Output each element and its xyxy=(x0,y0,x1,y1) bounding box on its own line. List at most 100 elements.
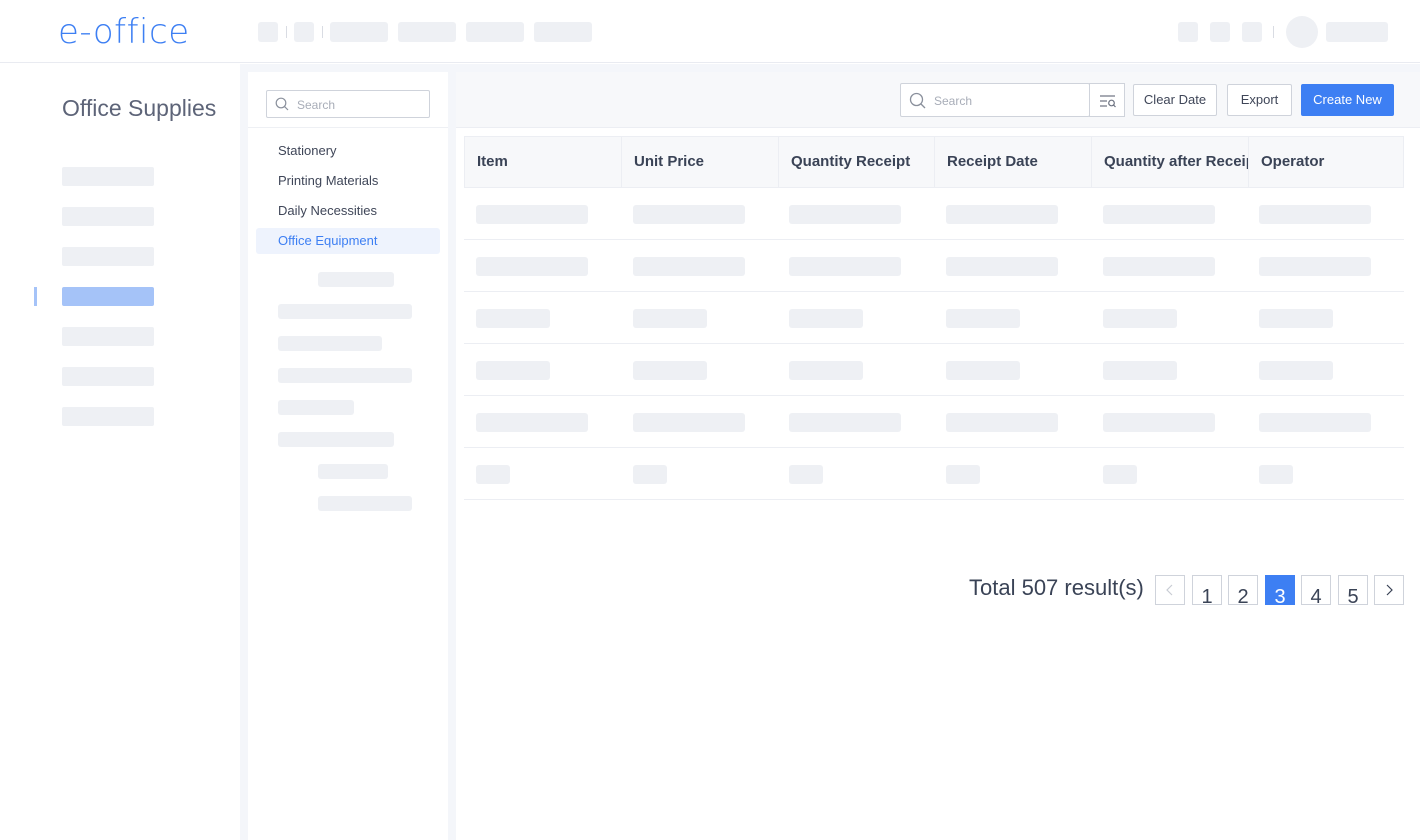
category-item-stationery[interactable]: Stationery xyxy=(256,138,440,164)
search-icon xyxy=(275,97,289,111)
cell-placeholder xyxy=(1259,309,1333,328)
cell-placeholder xyxy=(789,465,823,484)
category-placeholder[interactable] xyxy=(278,336,382,351)
cell-placeholder xyxy=(476,309,550,328)
create-new-button[interactable]: Create New xyxy=(1301,84,1394,116)
category-item-printing-materials[interactable]: Printing Materials xyxy=(256,168,440,194)
cell-placeholder xyxy=(946,361,1020,380)
search-icon xyxy=(909,92,926,109)
pagination-total: Total 507 result(s) xyxy=(969,575,1144,600)
page-button-2[interactable]: 2 xyxy=(1228,575,1258,605)
nav-item-placeholder[interactable] xyxy=(62,247,154,266)
search-placeholder: Search xyxy=(934,94,973,108)
cell-placeholder xyxy=(1103,205,1215,224)
cell-placeholder xyxy=(1103,465,1137,484)
cell-placeholder xyxy=(789,309,863,328)
topbar-placeholder xyxy=(258,22,278,42)
nav-item-placeholder[interactable] xyxy=(62,207,154,226)
category-placeholder[interactable] xyxy=(278,368,412,383)
clear-date-button[interactable]: Clear Date xyxy=(1133,84,1217,116)
cell-placeholder xyxy=(476,465,510,484)
chevron-left-icon xyxy=(1166,584,1173,596)
subcategory-placeholder[interactable] xyxy=(318,464,388,479)
nav-item-placeholder[interactable] xyxy=(62,407,154,426)
table-row[interactable] xyxy=(464,292,1404,344)
cell-placeholder xyxy=(1103,309,1177,328)
divider xyxy=(322,26,323,38)
main-panel: Search Clear Date Export Create New Item… xyxy=(456,72,1420,840)
topbar-menu-placeholder[interactable] xyxy=(330,22,388,42)
advanced-search-icon xyxy=(1100,95,1116,108)
left-nav: Office Supplies xyxy=(0,64,240,840)
subcategory-placeholder[interactable] xyxy=(318,496,412,511)
table-row[interactable] xyxy=(464,188,1404,240)
search-input[interactable]: Search xyxy=(900,83,1090,117)
cell-placeholder xyxy=(633,257,745,276)
toolbar: Search Clear Date Export Create New xyxy=(456,72,1420,128)
cell-placeholder xyxy=(1103,361,1177,380)
column-header-receipt-date[interactable]: Receipt Date xyxy=(935,137,1092,187)
table-row[interactable] xyxy=(464,344,1404,396)
topbar-icon-placeholder[interactable] xyxy=(1210,22,1230,42)
cell-placeholder xyxy=(1259,257,1371,276)
cell-placeholder xyxy=(1259,465,1293,484)
cell-placeholder xyxy=(633,309,707,328)
app-logo[interactable]: e-office xyxy=(58,12,190,52)
divider xyxy=(248,127,448,128)
column-header-operator[interactable]: Operator xyxy=(1249,137,1403,187)
cell-placeholder xyxy=(476,361,550,380)
topbar-icon-placeholder[interactable] xyxy=(1242,22,1262,42)
subcategory-placeholder[interactable] xyxy=(318,272,394,287)
advanced-search-button[interactable] xyxy=(1089,83,1125,117)
category-search-placeholder: Search xyxy=(297,98,336,112)
category-placeholder[interactable] xyxy=(278,400,354,415)
topbar-menu-placeholder[interactable] xyxy=(398,22,456,42)
cell-placeholder xyxy=(946,309,1020,328)
column-header-quantity-receipt[interactable]: Quantity Receipt xyxy=(779,137,935,187)
username-placeholder[interactable] xyxy=(1326,22,1388,42)
prev-page-button[interactable] xyxy=(1155,575,1185,605)
cell-placeholder xyxy=(476,205,588,224)
next-page-button[interactable] xyxy=(1374,575,1404,605)
nav-item-placeholder-active[interactable] xyxy=(62,287,154,306)
cell-placeholder xyxy=(1259,413,1371,432)
cell-placeholder xyxy=(946,465,980,484)
column-header-item[interactable]: Item xyxy=(465,137,622,187)
category-item-daily-necessities[interactable]: Daily Necessities xyxy=(256,198,440,224)
cell-placeholder xyxy=(476,413,588,432)
category-placeholder[interactable] xyxy=(278,304,412,319)
table-row[interactable] xyxy=(464,240,1404,292)
cell-placeholder xyxy=(946,257,1058,276)
cell-placeholder xyxy=(1103,257,1215,276)
category-item-office-equipment[interactable]: Office Equipment xyxy=(256,228,440,254)
topbar-icon-placeholder[interactable] xyxy=(1178,22,1198,42)
divider xyxy=(286,26,287,38)
table-row[interactable] xyxy=(464,396,1404,448)
export-button[interactable]: Export xyxy=(1227,84,1292,116)
column-header-quantity-after-receipt[interactable]: Quantity after Receipt xyxy=(1092,137,1249,187)
nav-item-placeholder[interactable] xyxy=(62,367,154,386)
cell-placeholder xyxy=(1259,361,1333,380)
nav-item-placeholder[interactable] xyxy=(62,327,154,346)
cell-placeholder xyxy=(946,413,1058,432)
cell-placeholder xyxy=(1259,205,1371,224)
cell-placeholder xyxy=(789,361,863,380)
category-placeholder[interactable] xyxy=(278,432,394,447)
table-row[interactable] xyxy=(464,448,1404,500)
page-button-3[interactable]: 3 xyxy=(1265,575,1295,605)
topbar-menu-placeholder[interactable] xyxy=(534,22,592,42)
cell-placeholder xyxy=(789,257,901,276)
page-button-5[interactable]: 5 xyxy=(1338,575,1368,605)
column-header-unit-price[interactable]: Unit Price xyxy=(622,137,779,187)
top-bar: e-office xyxy=(0,0,1420,63)
module-title: Office Supplies xyxy=(62,95,217,121)
cell-placeholder xyxy=(476,257,588,276)
topbar-menu-placeholder[interactable] xyxy=(466,22,524,42)
avatar[interactable] xyxy=(1286,16,1318,48)
divider xyxy=(1273,26,1274,38)
page-button-1[interactable]: 1 xyxy=(1192,575,1222,605)
table-header: Item Unit Price Quantity Receipt Receipt… xyxy=(464,136,1404,188)
category-search-input[interactable]: Search xyxy=(266,90,430,118)
nav-item-placeholder[interactable] xyxy=(62,167,154,186)
page-button-4[interactable]: 4 xyxy=(1301,575,1331,605)
